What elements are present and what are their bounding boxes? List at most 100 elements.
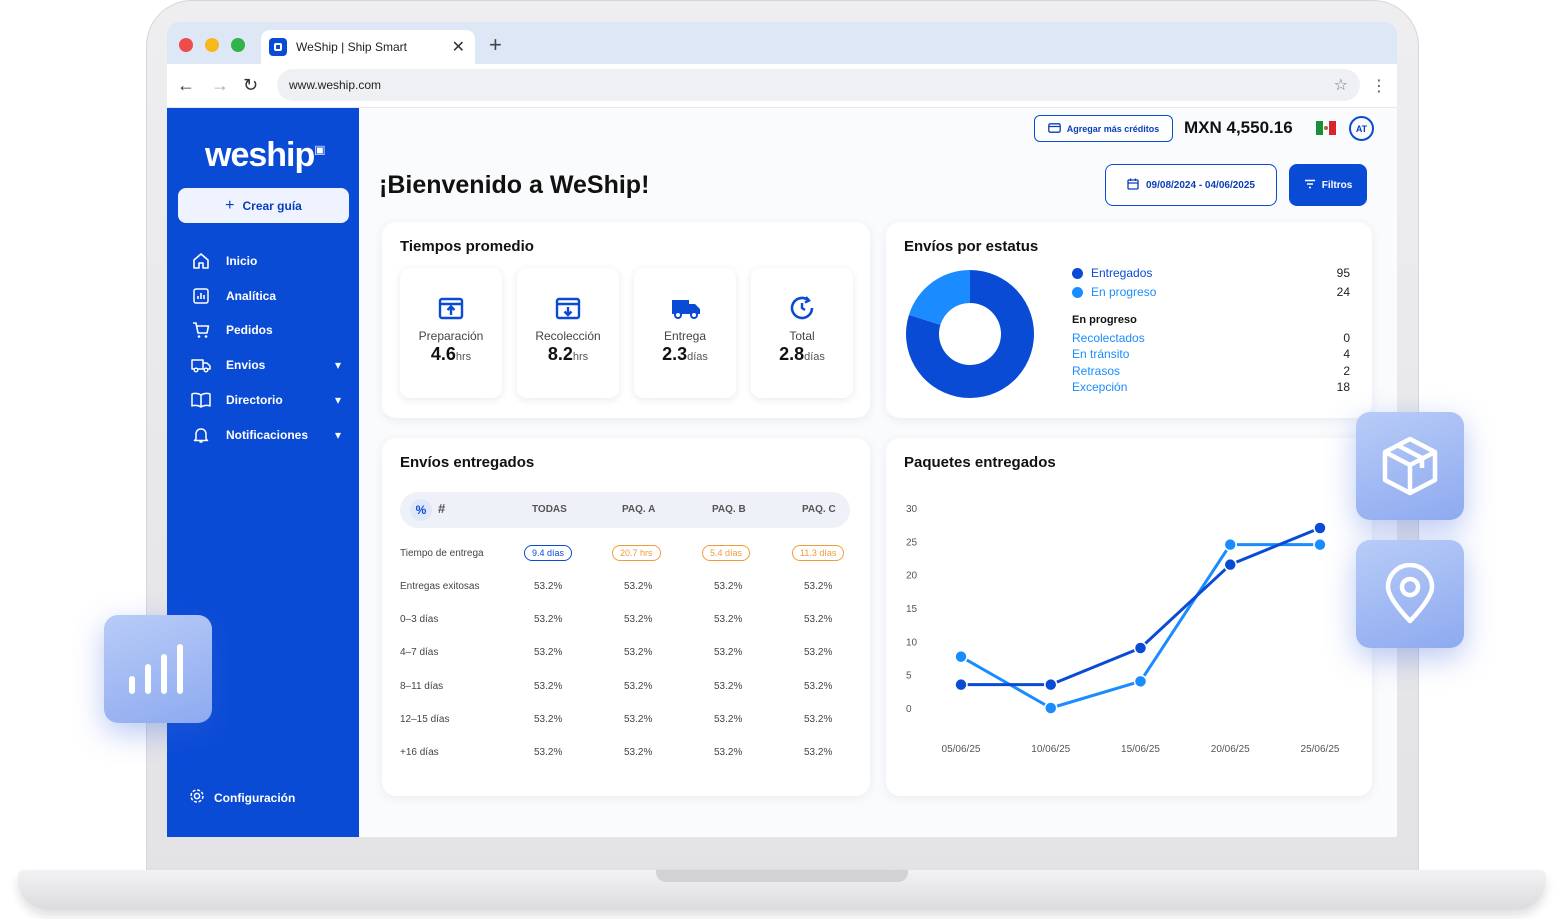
avatar[interactable]: AT [1349,116,1374,141]
series-point[interactable] [1313,521,1327,535]
status-card: Envíos por estatus Entregados 95 En prog… [886,222,1372,418]
reload-icon[interactable]: ↻ [243,75,258,96]
sidebar-item-directorio[interactable]: Directorio ▾ [191,388,341,412]
series-point[interactable] [1313,537,1327,552]
count-toggle[interactable]: # [438,501,445,516]
sidebar-item-inicio[interactable]: Inicio [191,249,341,273]
series-point[interactable] [954,677,968,692]
url-field[interactable]: www.weship.com ☆ [277,69,1360,101]
maximize-window-dot[interactable] [231,38,245,52]
weship-favicon-icon [269,38,287,56]
bell-icon [191,425,211,445]
metric-preparacion: Preparación 4.6hrs [400,268,502,398]
gear-icon [189,788,205,807]
delivered-card: Envíos entregados % # TODAS PAQ. A PAQ. … [382,438,870,796]
browser-tab[interactable]: WeShip | Ship Smart ✕ [261,30,475,64]
y-tick-label: 5 [906,671,912,682]
y-tick-label: 30 [906,504,918,515]
browser-tab-bar: WeShip | Ship Smart ✕ + [167,22,1397,64]
x-tick-label: 20/06/25 [1211,744,1250,755]
column-header[interactable]: TODAS [532,504,567,515]
legend-dot [1072,286,1083,298]
mexico-flag-icon[interactable] [1316,121,1337,135]
sidebar-item-envios[interactable]: Envios ▾ [191,353,341,377]
delivered-title: Envíos entregados [400,454,535,471]
series-point[interactable] [1044,677,1058,692]
close-tab-icon[interactable]: ✕ [452,37,465,57]
package-float-icon [1356,412,1464,520]
series-point[interactable] [1133,674,1148,689]
weship-logo[interactable]: weship▣ [205,136,326,175]
browser-menu-icon[interactable]: ⋮ [1371,76,1387,96]
series-point[interactable] [1223,537,1237,552]
create-guide-button[interactable]: + Crear guía [178,188,349,223]
series-point[interactable] [1133,641,1148,655]
table-header: % # TODAS PAQ. A PAQ. B PAQ. C [400,492,850,528]
series-point[interactable] [954,649,968,664]
series-point[interactable] [1223,557,1237,572]
minimize-window-dot[interactable] [205,38,219,52]
box-up-icon [437,294,465,322]
url-text: www.weship.com [289,78,382,92]
delivery-time-pill: 20.7 hrs [612,545,661,561]
forward-icon[interactable]: → [211,75,229,96]
avg-times-card: Tiempos promedio Preparación 4.6hrs Reco… [382,222,870,418]
percent-toggle[interactable]: % [410,499,432,521]
date-range-button[interactable]: 09/08/2024 - 04/06/2025 [1105,164,1277,206]
legend-en-progreso[interactable]: En progreso 24 [1072,285,1350,299]
status-donut-chart [906,270,1034,398]
bar-chart-float-icon [104,615,212,723]
status-sub-item[interactable]: Excepción 18 [1072,380,1350,394]
y-tick-label: 0 [906,704,912,715]
chevron-down-icon[interactable]: ▾ [335,358,341,372]
filters-button[interactable]: Filtros [1289,164,1367,206]
x-tick-label: 05/06/25 [942,744,981,755]
sidebar-item-analitica[interactable]: Analítica [191,284,341,308]
legend-dot [1072,267,1083,279]
tab-title: WeShip | Ship Smart [296,40,407,54]
sidebar-item-configuracion[interactable]: Configuración [189,788,295,807]
add-credits-button[interactable]: Agregar más créditos [1034,115,1173,142]
sidebar: weship▣ + Crear guía Inicio Analítica Pe… [167,108,359,837]
y-tick-label: 10 [906,637,918,648]
x-tick-label: 10/06/25 [1031,744,1070,755]
column-header[interactable]: PAQ. B [712,504,746,515]
chevron-down-icon[interactable]: ▾ [335,428,341,442]
sidebar-item-pedidos[interactable]: Pedidos [191,318,341,342]
series-point[interactable] [1044,701,1058,715]
chevron-down-icon[interactable]: ▾ [335,393,341,407]
create-guide-label: Crear guía [242,198,302,213]
sidebar-item-notificaciones[interactable]: Notificaciones ▾ [191,423,341,447]
main-content: Agregar más créditos MXN 4,550.16 AT ¡Bi… [359,108,1397,837]
column-header[interactable]: PAQ. A [622,504,655,515]
metric-entrega: Entrega 2.3días [634,268,736,398]
credit-card-icon [1047,122,1061,135]
truck-icon [191,355,211,375]
donut-slice-en-progreso[interactable] [908,270,970,325]
status-sub-item[interactable]: En tránsito 4 [1072,347,1350,361]
table-row: 8–11 días 53.2% 53.2% 53.2% 53.2% [400,681,833,692]
account-balance: MXN 4,550.16 [1184,118,1293,137]
x-tick-label: 25/06/25 [1301,744,1340,755]
avg-times-title: Tiempos promedio [400,238,534,255]
table-row: 0–3 días 53.2% 53.2% 53.2% 53.2% [400,614,833,625]
new-tab-icon[interactable]: + [489,32,502,58]
status-sub-item[interactable]: Recolectados 0 [1072,331,1350,345]
table-row: Entregas exitosas 53.2% 53.2% 53.2% 53.2% [400,581,833,592]
address-bar-row: ← → ↻ www.weship.com ☆ ⋮ [167,64,1397,108]
y-tick-label: 15 [906,604,918,615]
delivery-time-pill: 5.4 días [702,545,751,561]
back-icon[interactable]: ← [177,75,195,96]
status-sub-item[interactable]: Retrasos 2 [1072,364,1350,378]
home-icon [191,251,211,271]
plus-icon: + [225,196,235,214]
legend-entregados[interactable]: Entregados 95 [1072,266,1350,280]
filter-icon [1304,179,1316,192]
status-title: Envíos por estatus [904,238,1039,255]
column-header[interactable]: PAQ. C [802,504,836,515]
table-row: +16 días 53.2% 53.2% 53.2% 53.2% [400,747,833,758]
close-window-dot[interactable] [179,38,193,52]
y-tick-label: 20 [906,571,918,582]
bookmark-star-icon[interactable]: ☆ [1334,75,1348,95]
page-title: ¡Bienvenido a WeShip! [379,171,650,199]
